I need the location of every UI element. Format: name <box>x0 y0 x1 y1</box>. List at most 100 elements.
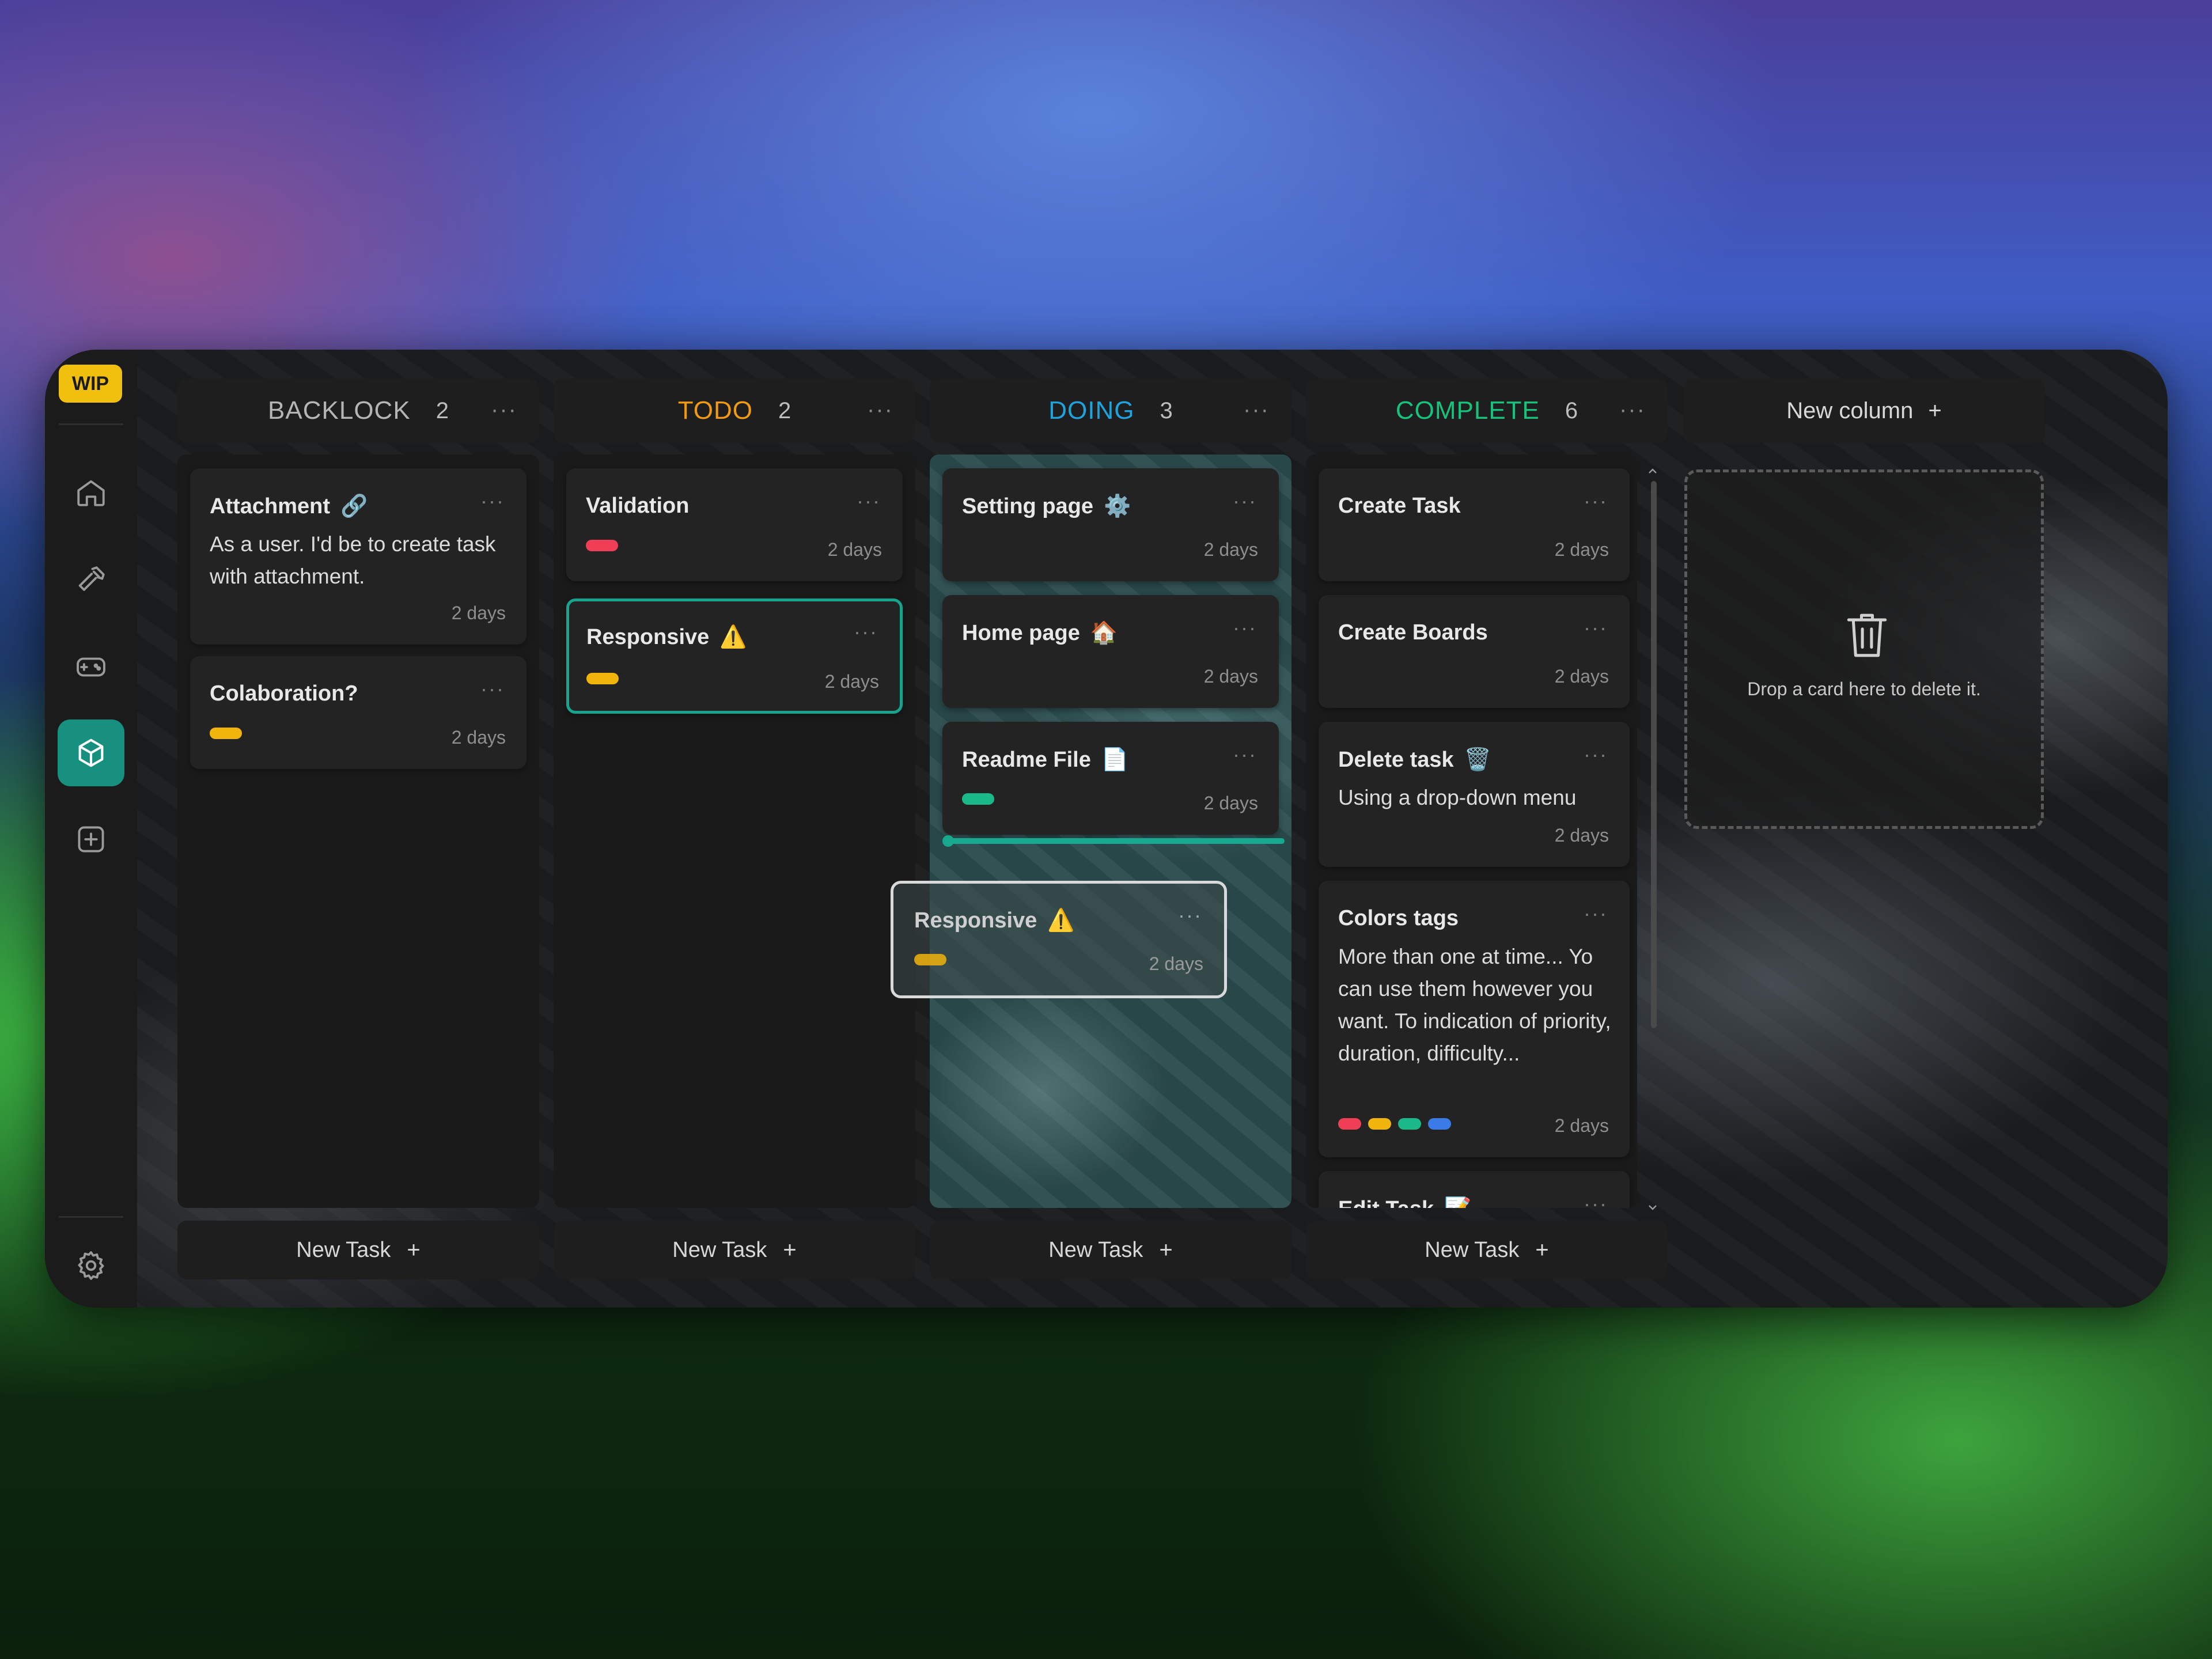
color-tag-green <box>1398 1118 1421 1130</box>
card-menu-button[interactable]: ··· <box>480 489 505 513</box>
card-description: More than one at time... Yo can use them… <box>1338 945 1611 1065</box>
card-description: Using a drop-down menu <box>1338 786 1577 809</box>
sidebar-item-games[interactable] <box>58 634 124 700</box>
scrollbar-thumb[interactable] <box>1651 481 1657 1028</box>
card-age: 2 days <box>451 603 506 623</box>
sidebar-item-boards[interactable] <box>58 719 124 786</box>
scroll-up-icon[interactable] <box>1647 467 1658 475</box>
color-tag-yellow <box>586 673 619 684</box>
gear-icon <box>78 1251 104 1280</box>
card-age: 2 days <box>1554 539 1609 560</box>
column-body-doing: Setting page ⚙️ ··· 2 days Home page 🏠 ·… <box>930 454 1291 1208</box>
trash-emoji-icon: 🗑️ <box>1464 748 1491 772</box>
card-title-text: Home page <box>962 620 1080 645</box>
column-header-backlog[interactable]: BACKLOCK 2 ··· <box>177 378 539 443</box>
new-task-button-backlog[interactable]: New Task + <box>177 1221 539 1279</box>
column-menu-button[interactable]: ··· <box>1243 397 1270 423</box>
dragging-card[interactable]: Responsive ⚠️ ··· 2 days <box>891 881 1227 998</box>
card-menu-button[interactable]: ··· <box>1584 902 1608 926</box>
house-icon: 🏠 <box>1090 621 1118 645</box>
card-menu-button[interactable]: ··· <box>857 489 881 513</box>
color-tag-yellow <box>210 728 242 739</box>
memo-icon: 📝 <box>1444 1196 1471 1208</box>
task-card[interactable]: Setting page ⚙️ ··· 2 days <box>942 468 1279 581</box>
new-task-button-todo[interactable]: New Task + <box>554 1221 915 1279</box>
hammer-icon <box>78 566 105 591</box>
new-task-label: New Task <box>1425 1237 1520 1262</box>
card-menu-button[interactable]: ··· <box>1584 743 1608 767</box>
card-title-text: Setting page <box>962 494 1094 518</box>
sidebar-divider <box>59 1216 123 1218</box>
new-task-button-complete[interactable]: New Task + <box>1306 1221 1668 1279</box>
card-age: 2 days <box>1203 539 1258 560</box>
card-menu-button[interactable]: ··· <box>1178 903 1202 927</box>
card-menu-button[interactable]: ··· <box>480 677 505 701</box>
task-card[interactable]: Delete task 🗑️ ··· Using a drop-down men… <box>1319 722 1630 867</box>
sidebar-item-add-board[interactable] <box>58 806 124 873</box>
plus-icon: + <box>1159 1237 1173 1263</box>
card-menu-button[interactable]: ··· <box>1233 743 1257 767</box>
card-title: Readme File 📄 <box>962 747 1128 772</box>
task-card[interactable]: Home page 🏠 ··· 2 days <box>942 595 1279 708</box>
card-age: 2 days <box>1554 666 1609 687</box>
card-menu-button[interactable]: ··· <box>1584 1192 1608 1208</box>
sidebar: WIP <box>45 350 137 1308</box>
sidebar-item-home[interactable] <box>58 459 124 526</box>
new-column-button[interactable]: New column + <box>1683 378 2045 443</box>
new-task-button-doing[interactable]: New Task + <box>930 1221 1291 1279</box>
task-card-selected[interactable]: Responsive ⚠️ ··· 2 days <box>566 599 903 714</box>
task-card[interactable]: Edit Task 📝 ··· <box>1319 1171 1630 1208</box>
column-count: 6 <box>1565 397 1578 423</box>
column-header-todo[interactable]: TODO 2 ··· <box>554 378 915 443</box>
card-age: 2 days <box>1203 793 1258 813</box>
card-title-text: Create Task <box>1338 494 1461 518</box>
sidebar-item-settings[interactable] <box>58 1232 124 1299</box>
task-card[interactable]: Colors tags ··· More than one at time...… <box>1319 881 1630 1157</box>
plus-icon: + <box>407 1237 421 1263</box>
column-title: TODO <box>677 396 753 425</box>
card-menu-button[interactable]: ··· <box>1233 616 1257 640</box>
app-badge: WIP <box>59 365 122 403</box>
task-card[interactable]: Validation ··· 2 days <box>566 468 903 581</box>
column-header-complete[interactable]: COMPLETE 6 ··· <box>1306 378 1668 443</box>
column-title: BACKLOCK <box>268 396 411 425</box>
drop-zone-text: Drop a card here to delete it. <box>1747 679 1981 699</box>
column-menu-button[interactable]: ··· <box>1619 397 1646 423</box>
home-icon <box>77 480 105 506</box>
column-count: 3 <box>1160 397 1173 423</box>
card-title: Responsive ⚠️ <box>586 624 747 650</box>
card-title: Create Task <box>1338 494 1461 518</box>
gamepad-icon <box>77 657 105 677</box>
new-task-label: New Task <box>1048 1237 1143 1262</box>
card-title: Colaboration? <box>210 681 358 706</box>
task-card[interactable]: Colaboration? ··· 2 days <box>190 656 527 769</box>
card-menu-button[interactable]: ··· <box>854 620 878 644</box>
card-menu-button[interactable]: ··· <box>1233 489 1257 513</box>
add-board-icon <box>78 826 104 853</box>
card-title: Validation <box>586 494 689 518</box>
card-menu-button[interactable]: ··· <box>1584 616 1608 640</box>
sidebar-item-tools[interactable] <box>58 547 124 613</box>
delete-drop-zone[interactable]: Drop a card here to delete it. <box>1684 469 2044 829</box>
column-body-backlog: Attachment 🔗 ··· As a user. I'd be to cr… <box>177 454 539 1208</box>
column-menu-button[interactable]: ··· <box>867 397 893 423</box>
card-title: Home page 🏠 <box>962 620 1118 646</box>
card-description: As a user. I'd be to create task with at… <box>210 532 496 588</box>
sidebar-divider <box>59 423 123 425</box>
scroll-down-icon[interactable] <box>1647 1204 1658 1212</box>
drop-indicator-dot <box>942 835 954 847</box>
card-title-text: Create Boards <box>1338 620 1488 645</box>
column-title: DOING <box>1048 396 1135 425</box>
task-card[interactable]: Create Boards ··· 2 days <box>1319 595 1630 708</box>
task-card[interactable]: Readme File 📄 ··· 2 days <box>942 722 1279 835</box>
card-age: 2 days <box>451 727 506 748</box>
card-age: 2 days <box>827 539 882 560</box>
warning-icon: ⚠️ <box>1047 908 1075 933</box>
column-menu-button[interactable]: ··· <box>491 397 517 423</box>
task-card[interactable]: Create Task ··· 2 days <box>1319 468 1630 581</box>
column-header-doing[interactable]: DOING 3 ··· <box>930 378 1291 443</box>
card-menu-button[interactable]: ··· <box>1584 489 1608 513</box>
color-tag-red <box>586 540 618 551</box>
task-card[interactable]: Attachment 🔗 ··· As a user. I'd be to cr… <box>190 468 527 645</box>
card-age: 2 days <box>824 671 879 692</box>
